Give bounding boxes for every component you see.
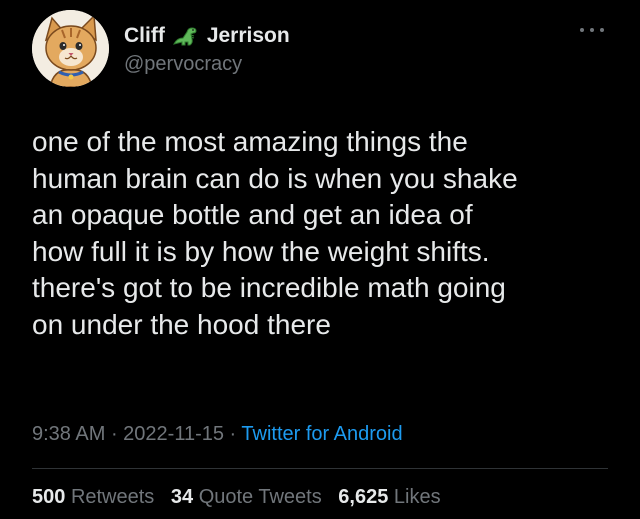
cartoon-cat-avatar-icon — [32, 10, 109, 87]
tweet-line: an opaque bottle and get an idea of — [32, 199, 473, 230]
tweet-line: on under the hood there — [32, 308, 331, 340]
tweet-stats: 500 Retweets 34 Quote Tweets 6,625 Likes — [32, 486, 452, 509]
tweet-line: there's got to be incredible math going — [32, 272, 506, 303]
author-handle[interactable]: @pervocracy — [124, 53, 242, 76]
tweet-line: how full it is by how the weight shifts. — [32, 235, 490, 267]
avatar[interactable] — [32, 10, 109, 87]
more-dot-icon — [600, 28, 604, 32]
more-dot-icon — [580, 28, 584, 32]
retweets-count: 500 — [32, 486, 66, 508]
dinosaur-icon — [171, 24, 201, 48]
tweet-text: one of the most amazing things the human… — [32, 124, 622, 343]
more-options-icon[interactable] — [580, 24, 604, 36]
author-name-last: Jerrison — [206, 24, 290, 47]
likes-label: Likes — [393, 486, 441, 508]
tweet-line: human brain can do is when you shake — [32, 162, 518, 194]
likes-stat[interactable]: 6,625 Likes — [338, 486, 440, 508]
meta-separator: · — [105, 423, 124, 445]
retweets-label: Retweets — [70, 486, 155, 508]
quote-tweets-count: 34 — [170, 486, 194, 508]
tweet-line: one of the most amazing things the — [32, 126, 468, 157]
tweet-meta: 9:38 AM · 2022-11-15 · Twitter for Andro… — [32, 423, 403, 446]
author-name[interactable]: Cliff Jerrison — [124, 24, 290, 48]
author-name-first: Cliff — [124, 24, 165, 47]
quote-tweets-label: Quote Tweets — [198, 486, 322, 508]
more-dot-icon — [590, 28, 594, 32]
likes-count: 6,625 — [338, 486, 389, 508]
tweet-time[interactable]: 9:38 AM — [32, 423, 105, 445]
meta-separator: · — [224, 423, 242, 445]
retweets-stat[interactable]: 500 Retweets — [32, 486, 154, 508]
divider — [32, 468, 608, 469]
tweet-date[interactable]: 2022-11-15 — [123, 423, 224, 445]
tweet-source-link[interactable]: Twitter for Android — [241, 423, 402, 445]
quote-tweets-stat[interactable]: 34 Quote Tweets — [171, 486, 322, 508]
